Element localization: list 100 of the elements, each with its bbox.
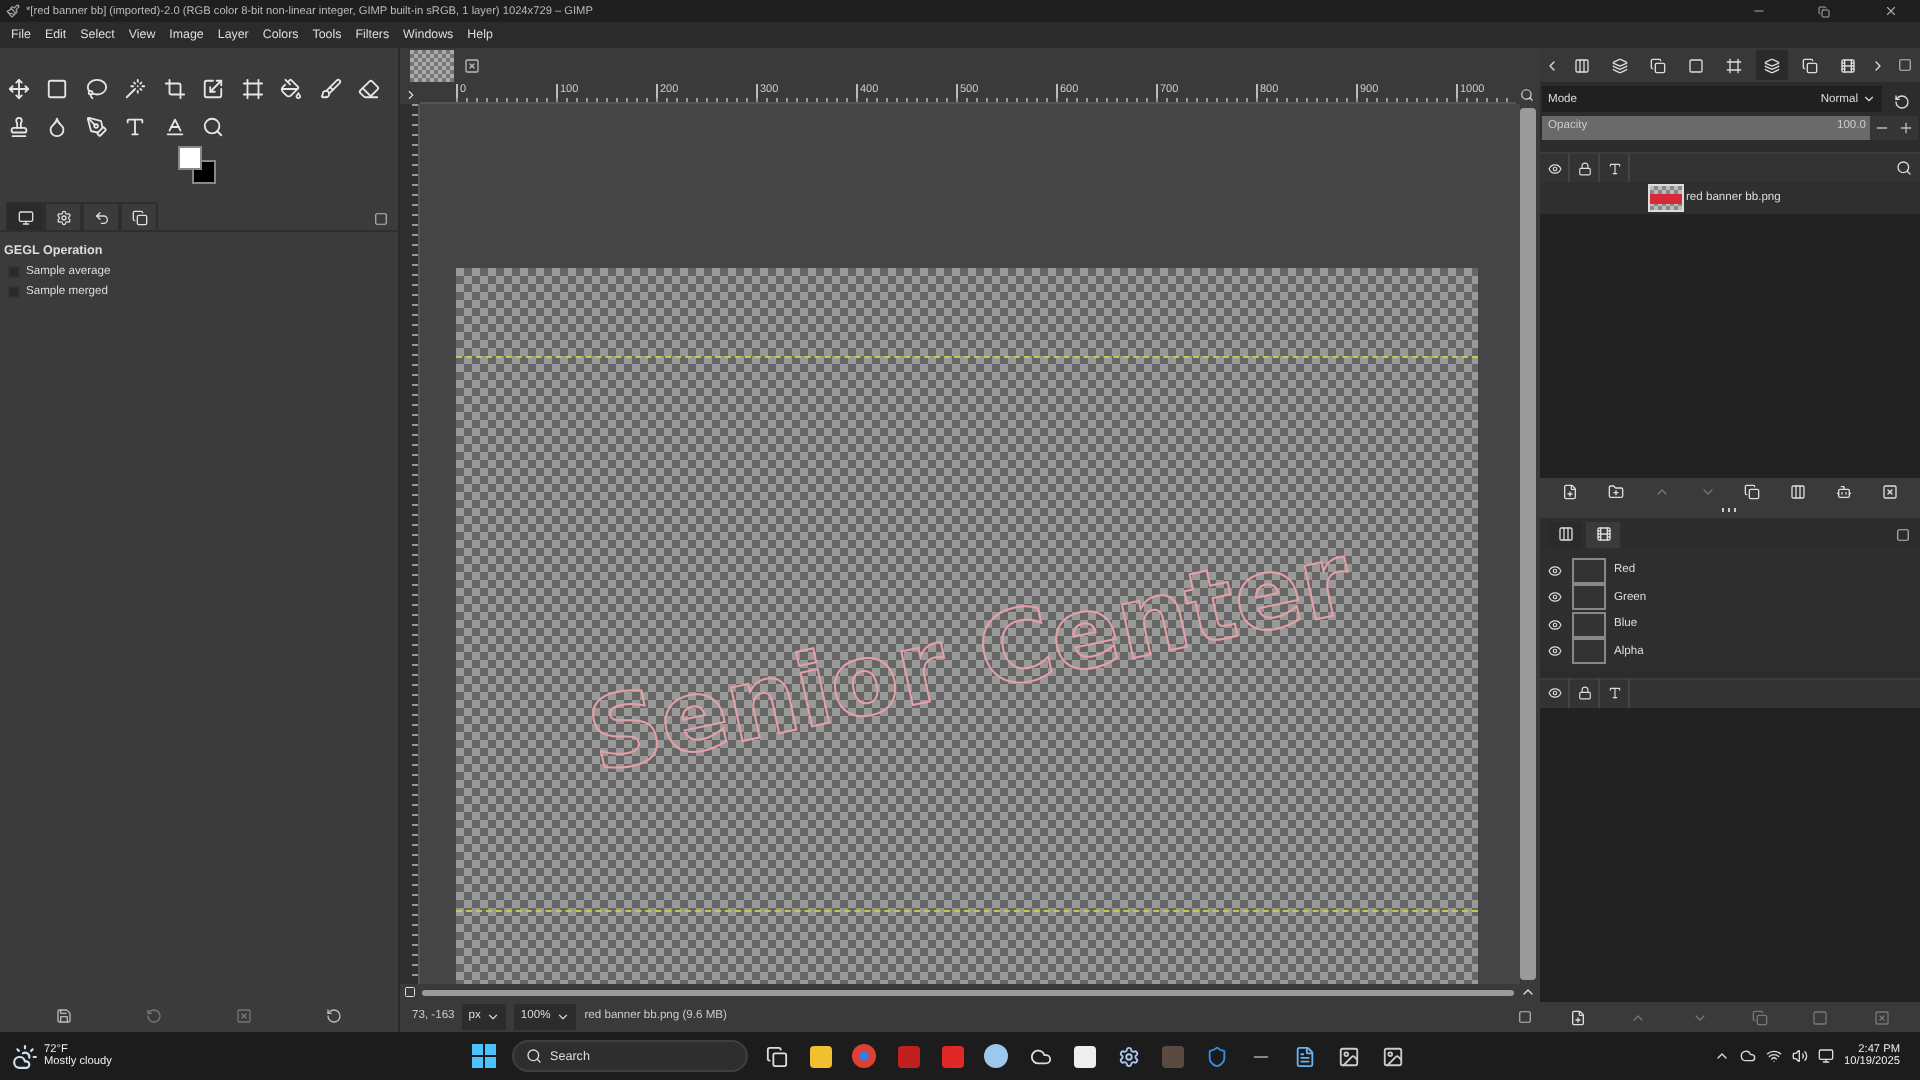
delete-icon [1873, 1009, 1890, 1025]
close-tab-button[interactable] [460, 54, 484, 78]
device-status-tab[interactable] [44, 202, 82, 230]
brush-icon [319, 78, 341, 100]
tool-button[interactable] [353, 76, 385, 102]
gimp-icon [1381, 1045, 1403, 1067]
undo-history-tab[interactable] [82, 202, 120, 230]
square-icon [373, 211, 387, 225]
images-tab[interactable] [120, 202, 158, 230]
eraser-icon [358, 78, 380, 100]
color-swatches[interactable] [177, 146, 221, 190]
browser-icon [852, 1044, 876, 1068]
eye-icon [1547, 686, 1561, 700]
gear-icon [1117, 1045, 1139, 1067]
close-icon [464, 58, 480, 74]
copy-icon [1650, 57, 1666, 73]
droplet-icon [46, 116, 68, 138]
app-icon [897, 1045, 919, 1067]
save-options-button[interactable] [52, 1004, 77, 1028]
folder-icon [809, 1045, 831, 1067]
chevron-down-icon [486, 1009, 501, 1023]
paint-bucket-icon [280, 78, 302, 100]
zoom-icon [1519, 87, 1533, 101]
vertical-scrollbar[interactable] [1520, 108, 1536, 980]
restore-button[interactable] [142, 1004, 167, 1028]
frame-icon [241, 78, 263, 100]
channel-thumbnail [1572, 584, 1606, 611]
chevron-down-icon [1862, 92, 1876, 106]
reset-icon [325, 1008, 342, 1024]
duplicate-icon [1752, 1009, 1769, 1025]
gimp-icon [1337, 1045, 1359, 1067]
lock-icon [1577, 686, 1591, 700]
scale-icon [202, 78, 224, 100]
zoom-icon [202, 116, 224, 138]
chevron-left-icon [1544, 57, 1560, 73]
app-icon [1161, 1045, 1183, 1067]
plus-icon [1898, 120, 1914, 136]
minimize-icon [1751, 4, 1765, 18]
square-icon [1688, 57, 1704, 73]
eye-icon [1547, 644, 1561, 659]
square-icon [1895, 528, 1909, 542]
eye-icon [1547, 161, 1561, 175]
undo-icon [93, 209, 109, 225]
cloud-icon [1029, 1045, 1051, 1067]
monitor-icon [17, 209, 33, 225]
visibility-toggle[interactable] [1544, 641, 1564, 662]
search-icon [526, 1048, 542, 1064]
tool-options-tab[interactable] [6, 202, 44, 230]
delete-icon [1881, 484, 1898, 500]
outlined-banner-text: Senior Center [578, 520, 1361, 796]
layers-tab[interactable] [1756, 50, 1788, 80]
app-icon [6, 4, 20, 18]
globe-icon [984, 1044, 1008, 1068]
chevron-up-icon [1653, 484, 1670, 500]
new-layer-icon [1562, 484, 1579, 500]
gear-icon [55, 209, 71, 225]
weather-icon [12, 1043, 38, 1069]
square-icon [1897, 58, 1911, 72]
channel-thumbnail [1572, 611, 1606, 638]
speaker-icon [1792, 1048, 1808, 1064]
chevron-down-icon [556, 1009, 571, 1023]
duplicate-icon [1744, 484, 1761, 500]
image-tab-thumbnail[interactable] [410, 50, 454, 82]
paths-tab[interactable] [1584, 519, 1622, 547]
start-button[interactable] [468, 1040, 500, 1072]
lasso-icon [85, 78, 107, 100]
film-icon [1840, 57, 1856, 73]
tool-button[interactable] [275, 76, 307, 102]
restore-icon [1818, 5, 1830, 17]
channel-thumbnail [1572, 557, 1606, 584]
eye-icon [1547, 590, 1561, 605]
cloud-icon [1740, 1048, 1756, 1064]
columns-icon [1574, 57, 1590, 73]
stamp-icon [7, 116, 29, 138]
search-icon [1896, 160, 1912, 176]
visibility-toggle[interactable] [1544, 587, 1564, 608]
layers-icon [1764, 57, 1780, 73]
visibility-toggle[interactable] [1544, 614, 1564, 635]
close-icon [1883, 4, 1897, 18]
text-baseline-icon [163, 116, 185, 138]
horizontal-scrollbar[interactable] [422, 989, 1514, 995]
save-icon [56, 1008, 73, 1024]
windows-icon [765, 1045, 787, 1067]
wifi-icon [1766, 1048, 1782, 1064]
columns-icon [1557, 526, 1573, 542]
rotate-icon [1894, 93, 1910, 109]
visibility-toggle[interactable] [1544, 560, 1564, 581]
windows-logo-icon [472, 1044, 496, 1068]
crop-icon [163, 78, 185, 100]
film-icon [1595, 526, 1611, 542]
layer-thumbnail [1648, 184, 1684, 212]
square-icon [1812, 1009, 1829, 1025]
chevron-up-icon [1714, 1048, 1730, 1064]
copy-icon [131, 209, 147, 225]
delete-icon [235, 1008, 252, 1024]
move-icon [7, 78, 29, 100]
wand-icon [124, 78, 146, 100]
notepad-icon [1293, 1045, 1315, 1067]
chevron-down-icon [1699, 484, 1716, 500]
reset-button[interactable] [321, 1004, 346, 1028]
